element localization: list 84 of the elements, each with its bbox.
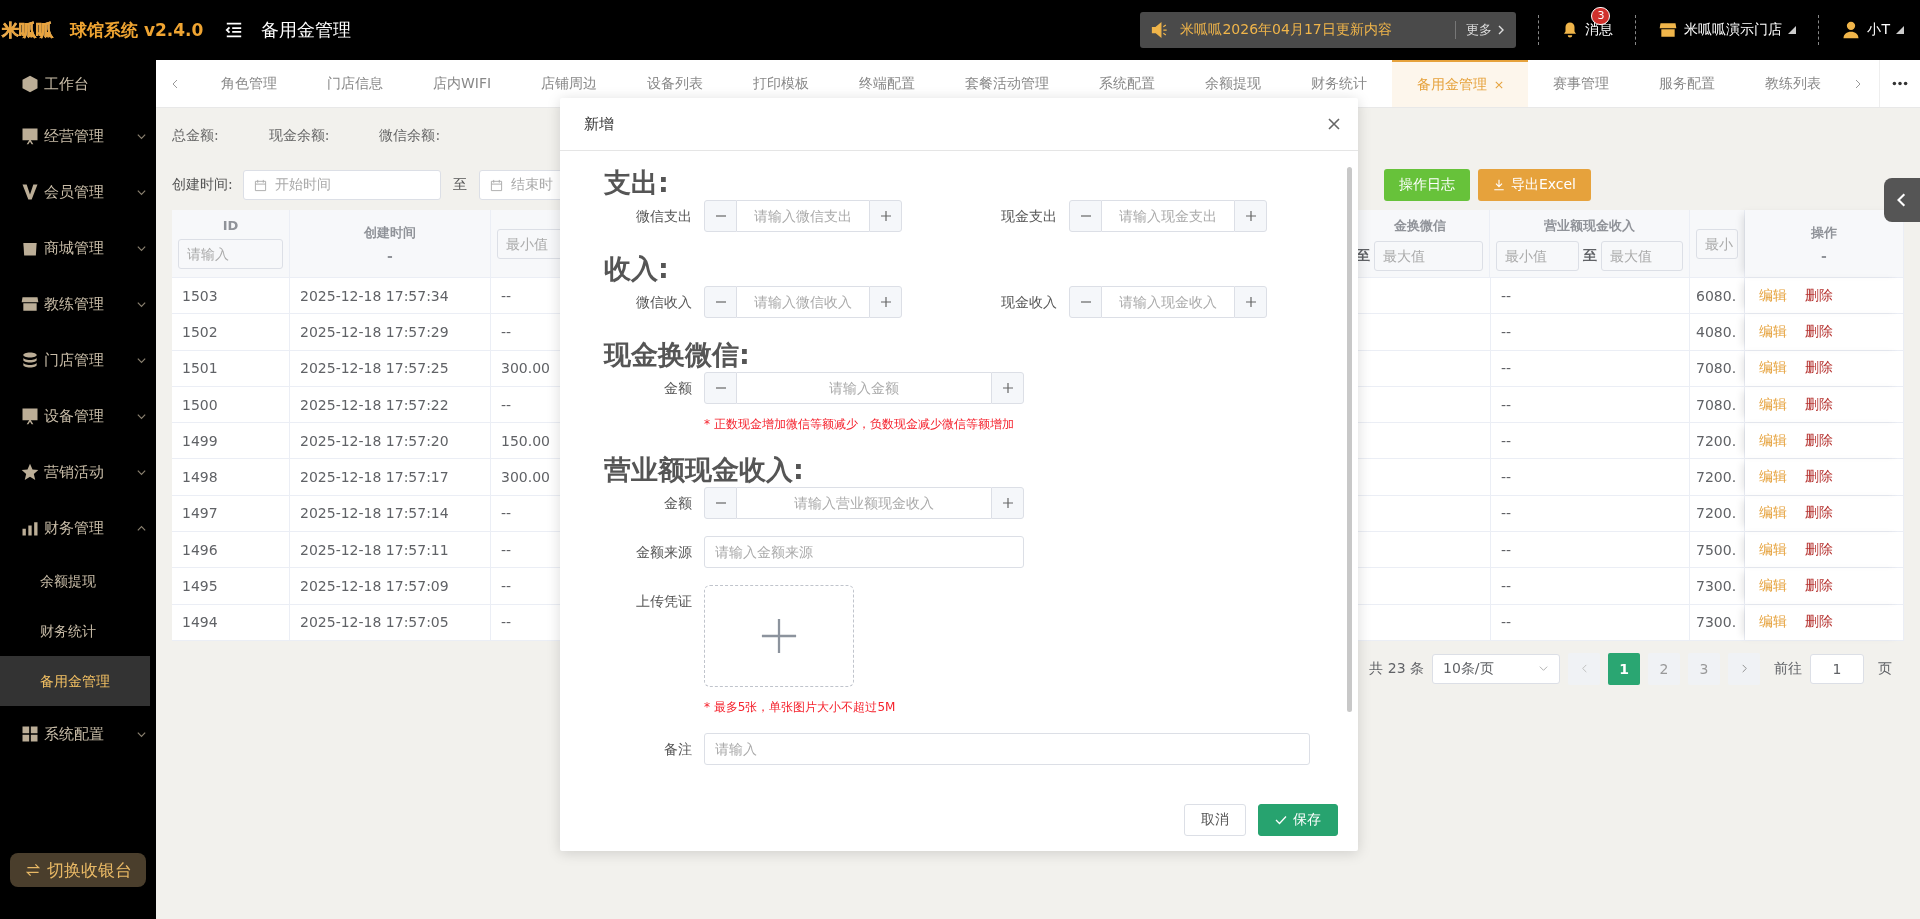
table-cell: 7080. [1696, 396, 1737, 413]
section-heading: 营业额现金收入: [604, 453, 805, 487]
table-cell: 1494 [182, 614, 218, 631]
table-cell: 1495 [182, 578, 218, 594]
table-cell: 7200. [1696, 469, 1737, 486]
table-cell: -- [501, 323, 512, 340]
table-cell: -- [501, 541, 512, 558]
table-cell: 2025-12-18 17:57:14 [300, 505, 449, 522]
table-cell: 2025-12-18 17:57:20 [300, 432, 449, 449]
field-label: 微信支出 [635, 207, 692, 226]
table-cell: 1496 [182, 541, 218, 558]
page-unit-label: 页 [1878, 659, 1892, 678]
dialog-title: 新增 [584, 114, 614, 134]
section-heading: 现金换微信: [604, 338, 751, 372]
table-cell: -- [1501, 578, 1512, 594]
column-header: 操作 [1811, 223, 1837, 242]
filter-label: 创建时间: [172, 176, 233, 194]
table-cell: 150.00 [501, 432, 550, 449]
table-cell: 7300. [1696, 614, 1737, 631]
column-header: 金换微信 [1393, 216, 1446, 235]
table-cell: -- [1501, 432, 1512, 449]
hint-text: * 正数现金增加微信等额减少，负数现金减少微信等额增加 [704, 416, 1015, 433]
field-label: 金额 [663, 379, 692, 398]
table-cell: 7200. [1696, 505, 1737, 522]
table-cell: -- [1501, 323, 1512, 340]
table-cell: -- [501, 578, 512, 594]
table-cell: 2025-12-18 17:57:17 [300, 469, 449, 486]
table-cell: 1503 [182, 287, 218, 304]
field-label: 现金支出 [1000, 207, 1057, 226]
table-cell: 6080. [1696, 287, 1737, 304]
table-cell: -- [1501, 396, 1512, 413]
summary-label: 总金额: [172, 127, 219, 145]
table-cell: 2025-12-18 17:57:09 [300, 578, 449, 594]
summary-label: 微信余额: [379, 127, 441, 145]
column-sub-header: - [1821, 247, 1827, 264]
table-cell: -- [501, 614, 512, 631]
app-name: 球馆系统 v2.4.0 [70, 18, 204, 42]
table-cell: -- [1501, 360, 1512, 377]
table-cell: 1501 [182, 360, 218, 377]
range-separator: 至 [1582, 246, 1597, 265]
table-cell: -- [501, 505, 512, 522]
table-cell: 300.00 [501, 469, 550, 486]
table-cell: 2025-12-18 17:57:11 [300, 541, 449, 558]
goto-label: 前往 [1774, 659, 1802, 678]
table-cell: -- [1501, 614, 1512, 631]
table-cell: 7080. [1696, 360, 1737, 377]
table-cell: -- [1501, 541, 1512, 558]
table-cell: 7500. [1696, 541, 1737, 558]
page-title: 备用金管理 [261, 18, 352, 42]
table-cell: -- [1501, 505, 1512, 522]
summary-label: 现金余额: [268, 127, 330, 145]
table-cell: -- [501, 287, 512, 304]
logo: 米呱呱 [1, 18, 54, 42]
table-cell: -- [501, 396, 512, 413]
table-cell: 4080. [1696, 323, 1737, 340]
table-cell: 2025-12-18 17:57:05 [300, 614, 449, 631]
table-cell: 1499 [182, 432, 218, 449]
column-sub-header: - [387, 247, 393, 264]
field-label: 备注 [663, 740, 692, 759]
column-header: ID [222, 218, 239, 233]
table-cell: 1502 [182, 323, 218, 340]
table-cell: -- [1501, 287, 1512, 304]
table-cell: 2025-12-18 17:57:25 [300, 360, 449, 377]
section-heading: 支出: [604, 166, 670, 200]
table-cell: 1497 [182, 505, 218, 522]
table-cell: -- [1501, 469, 1512, 486]
table-cell: 1500 [182, 396, 218, 413]
table-cell: 7200. [1696, 432, 1737, 449]
table-cell: 2025-12-18 17:57:34 [300, 287, 449, 304]
hint-text: * 最多5张，单张图片大小不超过5M [704, 699, 897, 716]
table-cell: 300.00 [501, 360, 550, 377]
total-count: 共 23 条 [1369, 659, 1424, 678]
field-label: 金额 [663, 494, 692, 513]
range-separator: 至 [452, 176, 467, 194]
table-cell: 2025-12-18 17:57:22 [300, 396, 449, 413]
table-cell: 2025-12-18 17:57:29 [300, 323, 449, 340]
field-label: 微信收入 [635, 293, 692, 312]
field-label: 金额来源 [635, 543, 692, 562]
column-header: 创建时间 [364, 223, 416, 242]
field-label: 现金收入 [1000, 293, 1057, 312]
field-label: 上传凭证 [635, 592, 692, 611]
column-header: 营业额现金收入 [1544, 216, 1635, 235]
table-cell: 1498 [182, 469, 218, 486]
table-cell: 7300. [1696, 578, 1737, 594]
